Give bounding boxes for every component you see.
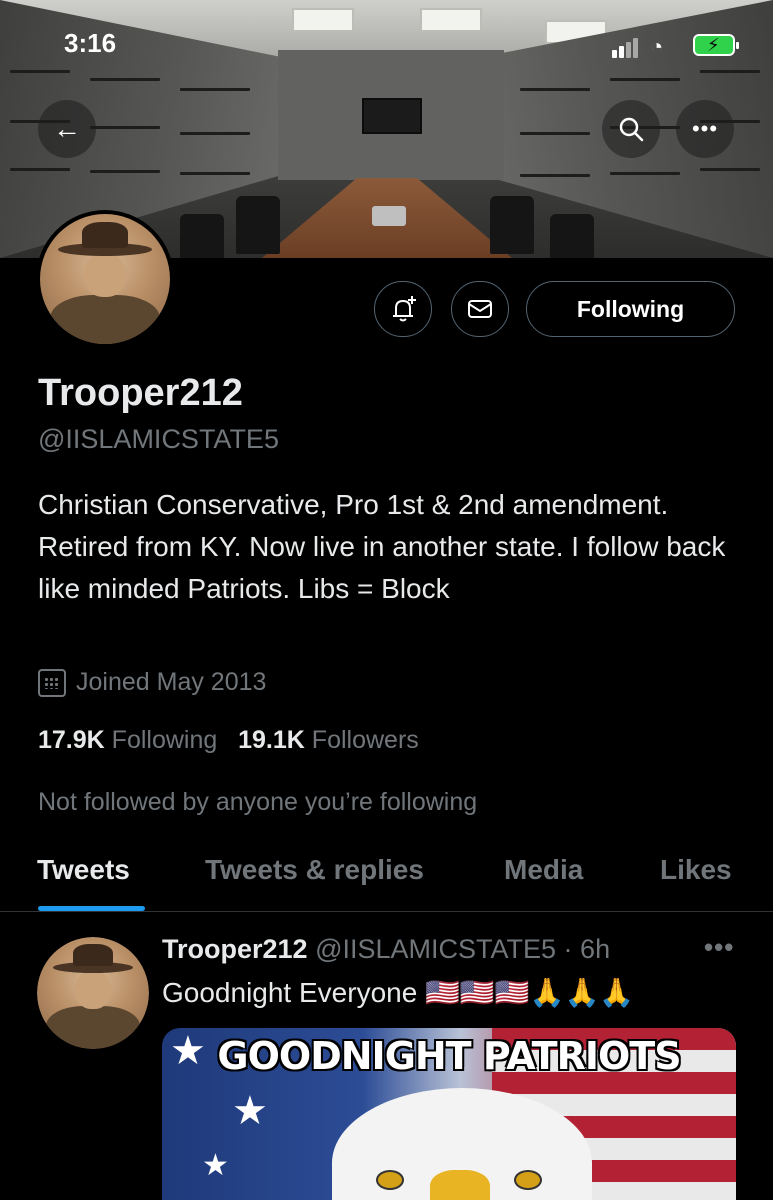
tweet-author-name[interactable]: Trooper212	[162, 934, 308, 964]
following-button[interactable]: Following	[526, 281, 735, 337]
chair	[236, 196, 280, 254]
rack-item	[520, 88, 590, 91]
tweet-media[interactable]: ★ ★ ★ GOODNIGHT PATRIOTS	[162, 1028, 736, 1200]
tab-tweets-replies[interactable]: Tweets & replies	[205, 854, 424, 886]
star-icon: ★	[202, 1149, 229, 1182]
tab-tweets[interactable]: Tweets	[37, 854, 130, 886]
desk-phone	[372, 206, 406, 226]
battery-icon: ⚡	[693, 34, 739, 56]
envelope-icon	[468, 300, 492, 318]
eagle-beak	[430, 1170, 490, 1200]
tab-media[interactable]: Media	[504, 854, 583, 886]
tweet-more-icon[interactable]: •••	[704, 932, 734, 963]
eagle-eye	[376, 1170, 404, 1190]
star-icon: ★	[232, 1089, 268, 1133]
joined-text: Joined May 2013	[76, 668, 267, 696]
ceiling-light	[292, 8, 354, 32]
follow-counts: 17.9K Following 19.1K Followers	[38, 726, 419, 755]
rack-item	[180, 172, 250, 175]
notifications-button[interactable]	[374, 281, 432, 337]
rack-item	[520, 174, 590, 177]
rack-item	[90, 126, 160, 129]
charging-icon: ⚡	[707, 35, 720, 55]
more-button[interactable]: •••	[676, 100, 734, 158]
arrow-left-icon: ←	[53, 113, 81, 144]
rack-item	[700, 70, 760, 73]
chair	[180, 214, 224, 258]
message-button[interactable]	[451, 281, 509, 337]
rack-item	[180, 132, 250, 135]
rack-item	[610, 78, 680, 81]
banner-tv	[362, 98, 422, 134]
calendar-icon	[38, 668, 66, 697]
tweet-time[interactable]: 6h	[580, 934, 610, 964]
wifi-icon: ◔	[650, 34, 664, 59]
rack-item	[700, 168, 760, 171]
more-horizontal-icon: •••	[691, 116, 719, 141]
tweet-author-handle[interactable]: @IISLAMICSTATE5	[315, 934, 556, 964]
active-tab-indicator	[38, 906, 145, 911]
rack-item	[90, 170, 160, 173]
rack-item	[520, 132, 590, 135]
tweet-emojis: 🇺🇸🇺🇸🇺🇸🙏🙏🙏	[425, 977, 635, 1008]
meme-caption: GOODNIGHT PATRIOTS	[217, 1034, 681, 1078]
ceiling-light	[420, 8, 482, 32]
profile-avatar[interactable]	[36, 210, 174, 348]
chair	[490, 196, 534, 254]
tab-likes[interactable]: Likes	[660, 854, 732, 886]
tweet-avatar[interactable]	[37, 937, 149, 1049]
search-icon	[619, 117, 644, 142]
not-followed-notice: Not followed by anyone you’re following	[38, 788, 478, 816]
rack-item	[90, 78, 160, 81]
bell-plus-icon	[393, 296, 416, 322]
back-button[interactable]: ←	[38, 100, 96, 158]
rack-item	[10, 168, 70, 171]
rack-item	[180, 88, 250, 91]
profile-handle: @IISLAMICSTATE5	[38, 424, 279, 454]
search-button[interactable]	[602, 100, 660, 158]
chair	[550, 214, 594, 258]
rack-item	[610, 172, 680, 175]
status-time: 3:16	[64, 28, 117, 58]
rack-item	[10, 70, 70, 73]
following-count-link[interactable]: 17.9K Following	[38, 726, 217, 754]
profile-tabs: Tweets Tweets & replies Media Likes	[0, 840, 773, 912]
tweet-text: Goodnight Everyone 🇺🇸🇺🇸🇺🇸🙏🙏🙏	[162, 977, 635, 1008]
joined-date: Joined May 2013	[38, 668, 266, 697]
tweet-header: Trooper212 @IISLAMICSTATE5 · 6h	[162, 934, 611, 964]
followers-count-link[interactable]: 19.1K Followers	[238, 726, 419, 754]
profile-bio: Christian Conservative, Pro 1st & 2nd am…	[38, 489, 726, 604]
display-name: Trooper212	[38, 372, 243, 414]
signal-icon	[612, 38, 640, 58]
eagle-eye	[514, 1170, 542, 1190]
